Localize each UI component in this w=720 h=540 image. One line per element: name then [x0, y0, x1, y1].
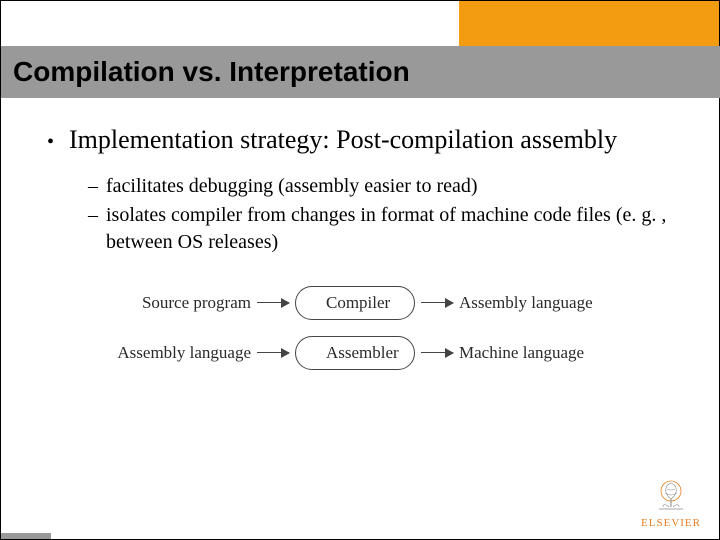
sub-bullet-text: isolates compiler from changes in format… — [106, 204, 666, 253]
dash-icon: – — [88, 173, 106, 200]
flow-diagram: Source program Compiler Assembly languag… — [51, 286, 669, 370]
sub-bullet-list: –facilitates debugging (assembly easier … — [106, 173, 669, 256]
bullet-dot-icon: • — [47, 130, 69, 155]
dash-icon: – — [88, 202, 106, 229]
flow-input: Assembly language — [111, 343, 251, 363]
sub-bullet-item: –isolates compiler from changes in forma… — [106, 202, 669, 256]
arrow-right-icon — [421, 302, 453, 304]
flow-row-2: Assembly language Assembler Machine lang… — [111, 336, 609, 370]
sub-bullet-item: –facilitates debugging (assembly easier … — [106, 173, 669, 200]
main-bullet-text: Implementation strategy: Post-compilatio… — [69, 125, 617, 154]
sub-bullet-text: facilitates debugging (assembly easier t… — [106, 175, 478, 197]
slide-title: Compilation vs. Interpretation — [13, 56, 410, 88]
slide-header: Compilation vs. Interpretation — [1, 1, 719, 99]
brand-name: ELSEVIER — [641, 517, 701, 529]
title-bar: Compilation vs. Interpretation — [1, 46, 720, 98]
main-bullet: •Implementation strategy: Post-compilati… — [69, 124, 669, 157]
elsevier-tree-icon — [651, 477, 691, 515]
publisher-brand: ELSEVIER — [641, 477, 701, 529]
accent-block — [459, 1, 719, 46]
flow-row-1: Source program Compiler Assembly languag… — [111, 286, 609, 320]
content-area: •Implementation strategy: Post-compilati… — [1, 99, 719, 370]
arrow-right-icon — [257, 302, 289, 304]
flow-process: Compiler — [295, 286, 415, 320]
flow-output: Assembly language — [459, 293, 609, 313]
flow-process: Assembler — [295, 336, 415, 370]
footer-accent — [1, 533, 51, 539]
flow-output: Machine language — [459, 343, 609, 363]
arrow-right-icon — [257, 352, 289, 354]
arrow-right-icon — [421, 352, 453, 354]
flow-input: Source program — [111, 293, 251, 313]
